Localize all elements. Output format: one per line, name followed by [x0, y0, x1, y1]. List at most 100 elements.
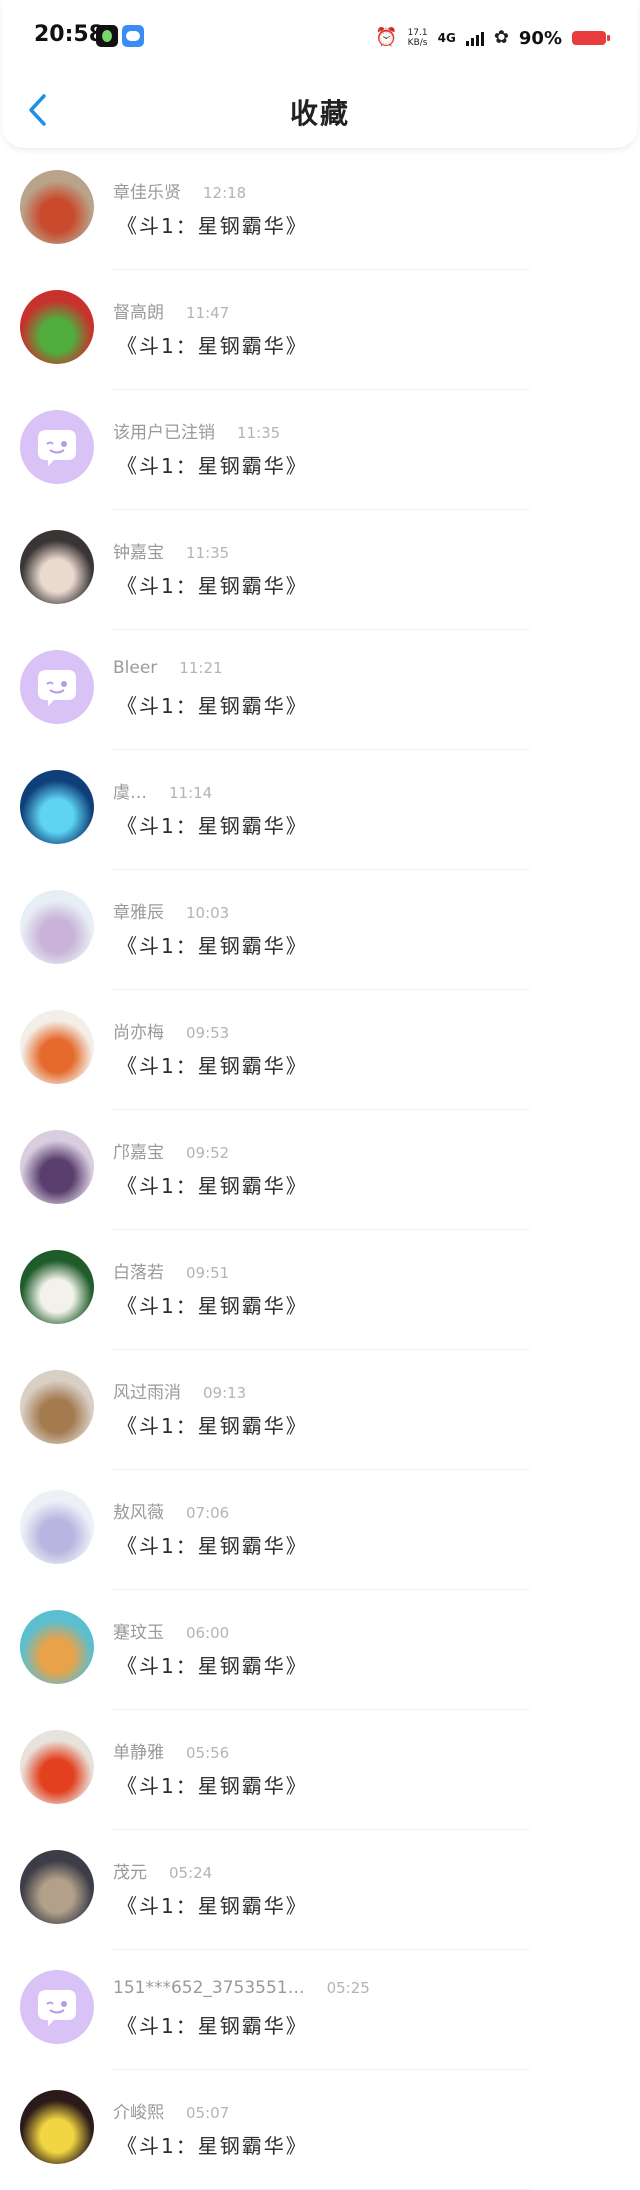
sender-line: 介峻熙 05:07	[113, 2098, 229, 2123]
list-item[interactable]: 钟嘉宝 11:35 《斗1：星钢霸华》	[0, 510, 640, 630]
default-avatar-icon	[38, 1990, 76, 2026]
list-item[interactable]: 章佳乐贤 12:18 《斗1：星钢霸华》	[0, 150, 640, 270]
sender-name: 白落若	[113, 1263, 164, 1283]
message-time: 07:06	[186, 1504, 230, 1522]
list-item[interactable]: 尚亦梅 09:53 《斗1：星钢霸华》	[0, 990, 640, 1110]
signal-icon	[465, 30, 484, 46]
alarm-icon: ⏰	[375, 27, 398, 48]
sender-name: 虞…	[113, 783, 147, 803]
message-time: 11:21	[179, 659, 223, 677]
sender-name: 蹇玟玉	[113, 1623, 164, 1643]
avatar[interactable]	[20, 1730, 94, 1804]
avatar[interactable]	[20, 2090, 94, 2164]
message-time: 11:47	[186, 304, 230, 322]
message-time: 09:53	[186, 1024, 230, 1042]
avatar[interactable]	[20, 290, 94, 364]
sender-name: Bleer	[113, 658, 158, 678]
sender-name: 151***652_3753551…	[113, 1978, 305, 1998]
message-preview: 《斗1：星钢霸华》	[117, 1534, 308, 1558]
default-avatar-icon	[38, 430, 76, 466]
net-speed-value: 17.1	[407, 28, 428, 38]
sender-line: 单静雅 05:56	[113, 1738, 229, 1763]
avatar[interactable]	[20, 170, 94, 244]
message-time: 06:00	[186, 1624, 230, 1642]
nav-bar: 收藏	[0, 80, 640, 140]
avatar[interactable]	[20, 1370, 94, 1444]
sender-name: 该用户已注销	[113, 423, 215, 443]
sender-name: 敖风薇	[113, 1503, 164, 1523]
sender-name: 尚亦梅	[113, 1023, 164, 1043]
sender-line: 风过雨消 09:13	[113, 1378, 246, 1403]
list-item[interactable]: 该用户已注销 11:35 《斗1：星钢霸华》	[0, 390, 640, 510]
sender-name: 钟嘉宝	[113, 543, 164, 563]
avatar[interactable]	[20, 1610, 94, 1684]
sender-line: 章雅辰 10:03	[113, 898, 229, 923]
list-item[interactable]: 虞… 11:14 《斗1：星钢霸华》	[0, 750, 640, 870]
message-time: 09:52	[186, 1144, 230, 1162]
list-item[interactable]: 介峻熙 05:07 《斗1：星钢霸华》	[0, 2070, 640, 2190]
message-preview: 《斗1：星钢霸华》	[117, 814, 308, 838]
net-speed-unit: KB/s	[407, 38, 428, 48]
message-preview: 《斗1：星钢霸华》	[117, 1414, 308, 1438]
list-item[interactable]: 白落若 09:51 《斗1：星钢霸华》	[0, 1230, 640, 1350]
sender-line: 钟嘉宝 11:35	[113, 538, 229, 563]
list-item[interactable]: 章雅辰 10:03 《斗1：星钢霸华》	[0, 870, 640, 990]
message-time: 05:07	[186, 2104, 230, 2122]
sender-line: 该用户已注销 11:35	[113, 418, 280, 443]
message-preview: 《斗1：星钢霸华》	[117, 214, 308, 238]
message-time: 11:14	[169, 784, 213, 802]
sender-name: 茂元	[113, 1863, 147, 1883]
battery-percent: 90%	[518, 27, 562, 49]
list-item[interactable]: 风过雨消 09:13 《斗1：星钢霸华》	[0, 1350, 640, 1470]
message-preview: 《斗1：星钢霸华》	[117, 574, 308, 598]
sender-line: 白落若 09:51	[113, 1258, 229, 1283]
message-time: 11:35	[237, 424, 281, 442]
message-preview: 《斗1：星钢霸华》	[117, 694, 308, 718]
avatar[interactable]	[20, 650, 94, 724]
message-preview: 《斗1：星钢霸华》	[117, 454, 308, 478]
sender-line: 尚亦梅 09:53	[113, 1018, 229, 1043]
message-time: 11:35	[186, 544, 230, 562]
message-preview: 《斗1：星钢霸华》	[117, 934, 308, 958]
avatar[interactable]	[20, 1130, 94, 1204]
avatar[interactable]	[20, 770, 94, 844]
message-time: 05:56	[186, 1744, 230, 1762]
net-speed: 17.1 KB/s	[408, 28, 428, 48]
avatar[interactable]	[20, 1250, 94, 1324]
list-item[interactable]: 151***652_3753551… 05:25 《斗1：星钢霸华》	[0, 1950, 640, 2070]
list-item[interactable]: 敖风薇 07:06 《斗1：星钢霸华》	[0, 1470, 640, 1590]
avatar[interactable]	[20, 1970, 94, 2044]
sender-name: 督高朗	[113, 303, 164, 323]
list-item[interactable]: 邝嘉宝 09:52 《斗1：星钢霸华》	[0, 1110, 640, 1230]
list-item[interactable]: 蹇玟玉 06:00 《斗1：星钢霸华》	[0, 1590, 640, 1710]
sender-name: 风过雨消	[113, 1383, 181, 1403]
list-item[interactable]: 督高朗 11:47 《斗1：星钢霸华》	[0, 270, 640, 390]
sender-line: 邝嘉宝 09:52	[113, 1138, 229, 1163]
sender-name: 章佳乐贤	[113, 183, 181, 203]
avatar[interactable]	[20, 890, 94, 964]
sender-line: 151***652_3753551… 05:25	[113, 1978, 370, 1998]
message-preview: 《斗1：星钢霸华》	[117, 1654, 308, 1678]
message-preview: 《斗1：星钢霸华》	[117, 1774, 308, 1798]
sender-line: 督高朗 11:47	[113, 298, 229, 323]
avatar[interactable]	[20, 1010, 94, 1084]
favorites-list: 章佳乐贤 12:18 《斗1：星钢霸华》 督高朗 11:47 《斗1：星钢霸华》 该用户已注…	[0, 150, 640, 2190]
message-preview: 《斗1：星钢霸华》	[117, 1894, 308, 1918]
message-preview: 《斗1：星钢霸华》	[117, 1174, 308, 1198]
message-time: 09:13	[203, 1384, 247, 1402]
list-item[interactable]: 茂元 05:24 《斗1：星钢霸华》	[0, 1830, 640, 1950]
sender-name: 单静雅	[113, 1743, 164, 1763]
avatar[interactable]	[20, 530, 94, 604]
network-type: 4G	[437, 31, 456, 45]
sender-name: 介峻熙	[113, 2103, 164, 2123]
sender-name: 邝嘉宝	[113, 1143, 164, 1163]
avatar[interactable]	[20, 410, 94, 484]
avatar[interactable]	[20, 1490, 94, 1564]
avatar[interactable]	[20, 1850, 94, 1924]
app-notification-icon	[96, 25, 118, 47]
sender-line: Bleer 11:21	[113, 658, 223, 678]
list-item[interactable]: 单静雅 05:56 《斗1：星钢霸华》	[0, 1710, 640, 1830]
list-item[interactable]: Bleer 11:21 《斗1：星钢霸华》	[0, 630, 640, 750]
message-preview: 《斗1：星钢霸华》	[117, 2014, 308, 2038]
message-time: 10:03	[186, 904, 230, 922]
